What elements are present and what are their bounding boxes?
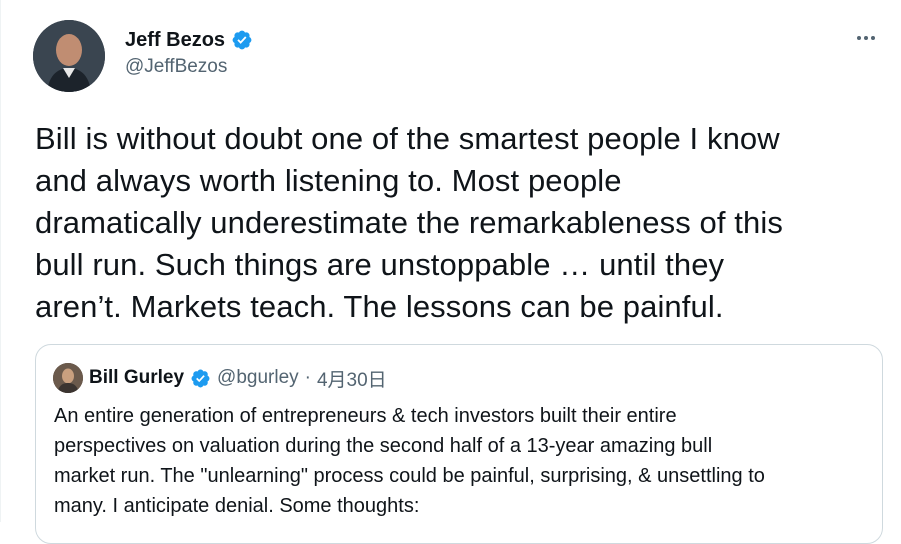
separator-dot: · — [304, 367, 311, 388]
quoted-author-name: Bill Gurley — [89, 367, 185, 388]
verified-badge-icon — [232, 30, 252, 50]
tweet-text: Bill is without doubt one of the smartes… — [35, 121, 783, 324]
profile-photo-icon — [53, 363, 83, 393]
author-name[interactable]: Jeff Bezos — [125, 29, 225, 52]
author-name-row: Jeff Bezos — [125, 27, 253, 53]
tweet-page: Jeff Bezos @JeffBezos Bill is without do… — [0, 0, 901, 544]
quoted-tweet-card[interactable]: Bill Gurley @bgurley · 4月30日 An entire g… — [35, 344, 883, 544]
more-options-icon — [857, 36, 861, 40]
author-info: Jeff Bezos @JeffBezos — [125, 27, 253, 78]
quoted-author-avatar — [53, 363, 83, 393]
profile-photo-icon — [33, 20, 105, 92]
quoted-tweet-date: 4月30日 — [316, 369, 387, 391]
quoted-tweet-text: An entire generation of entrepreneurs & … — [54, 405, 765, 517]
quoted-tweet-header: Bill Gurley @bgurley · 4月30日 — [53, 363, 387, 393]
author-avatar[interactable] — [33, 20, 105, 92]
quoted-author-handle: @bgurley — [217, 367, 299, 388]
more-options-button[interactable] — [849, 26, 883, 50]
author-handle[interactable]: @JeffBezos — [125, 56, 253, 78]
verified-badge-icon — [191, 369, 210, 387]
